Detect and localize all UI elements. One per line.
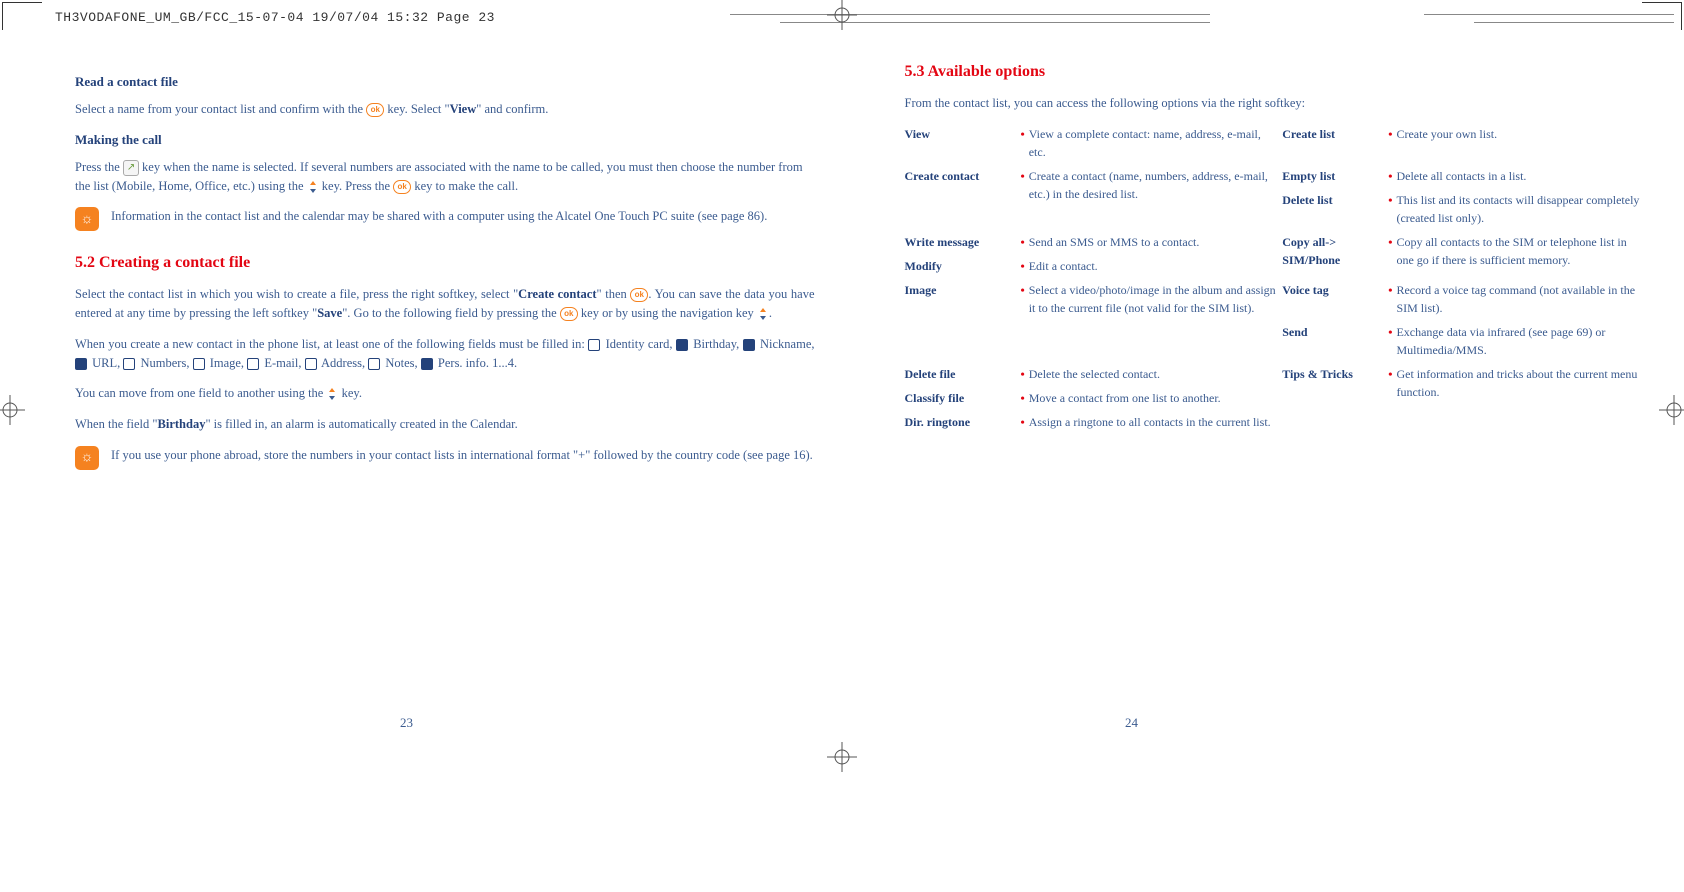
note-pc-suite: ☼ Information in the contact list and th… (75, 207, 815, 231)
header-rule (730, 14, 1210, 15)
opt-emptylist-desc: •Delete all contacts in a list. (1388, 167, 1644, 185)
nav-key-icon (307, 181, 319, 193)
opt-createlist-desc: •Create your own list. (1388, 125, 1644, 161)
call-key-icon (123, 160, 139, 176)
opt-createlist-term: Create list (1282, 125, 1382, 161)
opt-classify-desc: •Move a contact from one list to another… (1021, 389, 1277, 407)
tip-icon: ☼ (75, 207, 99, 231)
registration-mark-bottom (827, 742, 857, 772)
opt-tips-desc: •Get information and tricks about the cu… (1388, 365, 1644, 407)
opt-view-desc: •View a complete contact: name, address,… (1021, 125, 1277, 161)
opt-modify-desc: •Edit a contact. (1021, 257, 1277, 275)
page-number-23: 23 (400, 713, 413, 733)
nav-key-icon (757, 308, 769, 320)
opt-view-term: View (905, 125, 1015, 161)
options-grid: View •View a complete contact: name, add… (905, 125, 1645, 431)
page-24: 5.3 Available options From the contact l… (885, 60, 1645, 482)
persinfo-icon (421, 358, 433, 370)
opt-image-desc: •Select a video/photo/image in the album… (1021, 281, 1277, 359)
opt-send-desc: •Exchange data via infrared (see page 69… (1388, 323, 1644, 359)
registration-mark-right (1659, 395, 1684, 431)
crop-mark-tl (2, 2, 42, 30)
ok-key-icon: ok (393, 180, 411, 194)
opt-copyall-term: Copy all-> SIM/Phone (1282, 233, 1382, 275)
para-birthday-alarm: When the field "Birthday" is filled in, … (75, 415, 815, 434)
header-rule (1424, 14, 1674, 15)
page-spread: Read a contact file Select a name from y… (75, 60, 1644, 482)
para-making-call: Press the key when the name is selected.… (75, 158, 815, 196)
nickname-icon (743, 339, 755, 351)
opt-writemsg-desc: •Send an SMS or MMS to a contact. (1021, 233, 1277, 251)
numbers-icon (123, 358, 135, 370)
crop-mark-tr (1642, 2, 1682, 30)
opt-classify-term: Classify file (905, 389, 1015, 407)
address-icon (305, 358, 317, 370)
opt-tips-term: Tips & Tricks (1282, 365, 1382, 407)
tip-icon: ☼ (75, 446, 99, 470)
page-23: Read a contact file Select a name from y… (75, 60, 835, 482)
section-5-2-heading: 5.2 Creating a contact file (75, 251, 815, 275)
nav-key-icon (326, 388, 338, 400)
note-international: ☼ If you use your phone abroad, store th… (75, 446, 815, 470)
opt-dirringtone-desc: •Assign a ringtone to all contacts in th… (1021, 413, 1277, 431)
registration-mark-top (827, 0, 857, 30)
opt-send-term: Send (1282, 323, 1382, 359)
opt-deletelist-term: Delete list (1282, 191, 1382, 227)
image-icon (193, 358, 205, 370)
opt-deletefile-desc: •Delete the selected contact. (1021, 365, 1277, 383)
para-create-contact-fields: When you create a new contact in the pho… (75, 335, 815, 373)
para-move-field: You can move from one field to another u… (75, 384, 815, 403)
opt-deletelist-desc: •This list and its contacts will disappe… (1388, 191, 1644, 227)
heading-read-contact: Read a contact file (75, 72, 815, 92)
opt-image-term: Image (905, 281, 1015, 359)
ok-key-icon: ok (560, 307, 578, 321)
page-number-24: 24 (1125, 713, 1138, 733)
opt-createcontact-term: Create contact (905, 167, 1015, 227)
opt-emptylist-term: Empty list (1282, 167, 1382, 185)
email-icon (247, 358, 259, 370)
para-create-contact-1: Select the contact list in which you wis… (75, 285, 815, 323)
opt-createcontact-desc: •Create a contact (name, numbers, addres… (1021, 167, 1277, 227)
opt-copyall-desc: •Copy all contacts to the SIM or telepho… (1388, 233, 1644, 275)
opt-modify-term: Modify (905, 257, 1015, 275)
para-read-contact: Select a name from your contact list and… (75, 100, 815, 119)
registration-mark-left (0, 395, 25, 431)
para-options-intro: From the contact list, you can access th… (905, 94, 1645, 113)
ok-key-icon: ok (630, 288, 648, 302)
birthday-icon (676, 339, 688, 351)
header-rule (1474, 22, 1674, 23)
opt-voicetag-desc: •Record a voice tag command (not availab… (1388, 281, 1644, 317)
ok-key-icon: ok (366, 103, 384, 117)
url-icon (75, 358, 87, 370)
opt-dirringtone-term: Dir. ringtone (905, 413, 1015, 431)
opt-voicetag-term: Voice tag (1282, 281, 1382, 317)
heading-making-call: Making the call (75, 130, 815, 150)
print-header: TH3VODAFONE_UM_GB/FCC_15-07-04 19/07/04 … (55, 8, 495, 28)
identity-icon (588, 339, 600, 351)
opt-deletefile-term: Delete file (905, 365, 1015, 383)
section-5-3-heading: 5.3 Available options (905, 60, 1645, 84)
opt-writemsg-term: Write message (905, 233, 1015, 251)
notes-icon (368, 358, 380, 370)
